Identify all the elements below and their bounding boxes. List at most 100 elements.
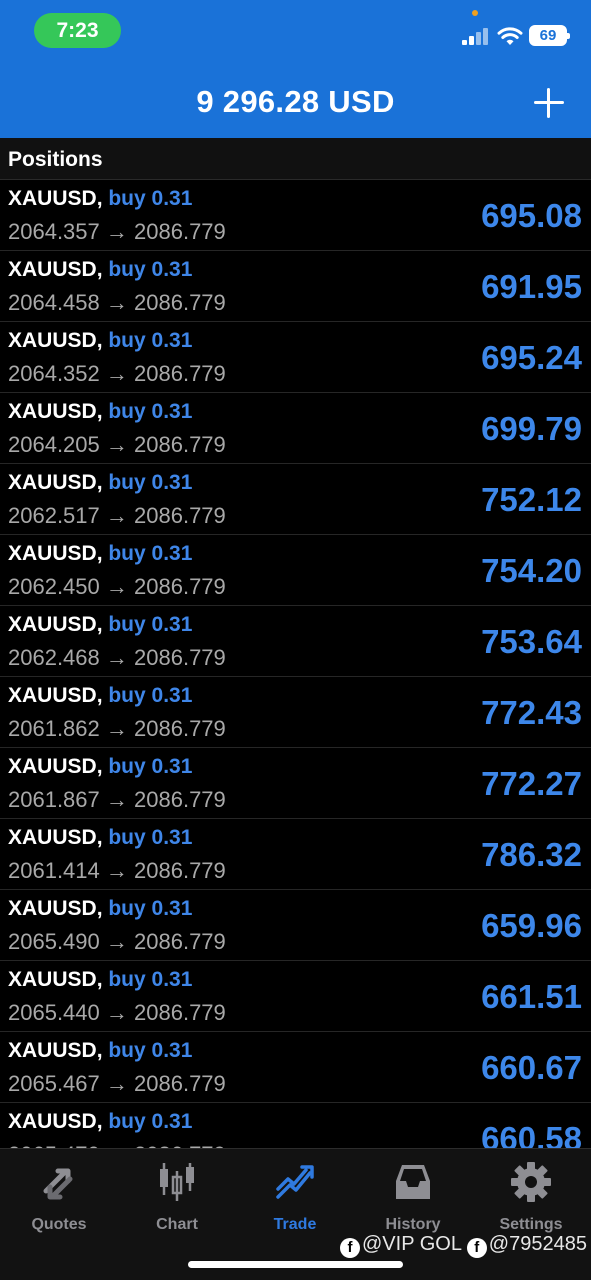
- account-balance: 9 296.28 USD: [196, 84, 395, 119]
- open-price: 2065.490: [8, 929, 100, 954]
- position-symbol: XAUUSD: [8, 1110, 97, 1133]
- arrow-right-icon: →: [105, 787, 128, 812]
- position-side: buy 0.31: [108, 471, 193, 494]
- open-price: 2064.357: [8, 219, 100, 244]
- position-row[interactable]: XAUUSD, buy 0.31 2064.458 → 2086.779 691.9…: [0, 251, 591, 322]
- position-title: XAUUSD, buy 0.31: [8, 613, 192, 637]
- tab-trade[interactable]: Trade: [236, 1159, 354, 1235]
- plus-icon[interactable]: [530, 84, 568, 122]
- position-symbol: XAUUSD: [8, 258, 97, 281]
- separator: ,: [96, 826, 109, 849]
- position-title: XAUUSD, buy 0.31: [8, 1039, 192, 1063]
- app-header: 7:23 69 9 296.28 USD: [0, 0, 591, 138]
- position-side: buy 0.31: [108, 1110, 193, 1133]
- open-price: 2061.867: [8, 787, 100, 812]
- position-row[interactable]: XAUUSD, buy 0.31 2062.468 → 2086.779 753.6…: [0, 606, 591, 677]
- tab-label: Quotes: [31, 1216, 87, 1233]
- open-price: 2064.205: [8, 432, 100, 457]
- position-profit: 772.43: [481, 694, 582, 731]
- position-row[interactable]: XAUUSD, buy 0.31 2065.490 → 2086.779 659.9…: [0, 890, 591, 961]
- tab-label: History: [385, 1216, 441, 1233]
- position-prices: 2062.450 → 2086.779: [8, 574, 226, 600]
- position-prices: 2062.468 → 2086.779: [8, 645, 226, 671]
- position-symbol: XAUUSD: [8, 187, 97, 210]
- facebook-icon: f: [466, 1238, 487, 1258]
- position-side: buy 0.31: [108, 542, 193, 565]
- arrow-right-icon: →: [105, 716, 128, 741]
- position-symbol: XAUUSD: [8, 968, 97, 991]
- separator: ,: [96, 400, 109, 423]
- position-row[interactable]: XAUUSD, buy 0.312065.470 → 2086.779660.5…: [0, 1103, 591, 1148]
- current-price: 2086.779: [134, 361, 226, 386]
- position-profit: 754.20: [481, 552, 582, 589]
- position-side: buy 0.31: [108, 329, 193, 352]
- position-row[interactable]: XAUUSD, buy 0.31 2065.467 → 2086.779 660.6…: [0, 1032, 591, 1103]
- position-row[interactable]: XAUUSD, buy 0.31 2065.440 → 2086.779 661.5…: [0, 961, 591, 1032]
- position-profit: 695.24: [481, 339, 582, 376]
- separator: ,: [96, 755, 109, 778]
- positions-list[interactable]: XAUUSD, buy 0.31 2064.357 → 2086.779 695.0…: [0, 180, 591, 1148]
- history-tray-icon: [396, 1165, 430, 1199]
- position-side: buy 0.31: [108, 684, 193, 707]
- position-symbol: XAUUSD: [8, 755, 97, 778]
- current-price: 2086.779: [134, 219, 226, 244]
- position-row[interactable]: XAUUSD, buy 0.31 2061.867 → 2086.779 772.2…: [0, 748, 591, 819]
- position-row[interactable]: XAUUSD, buy 0.31 2061.862 → 2086.779 772.4…: [0, 677, 591, 748]
- position-row[interactable]: XAUUSD, buy 0.31 2062.517 → 2086.779 752.1…: [0, 464, 591, 535]
- position-side: buy 0.31: [108, 400, 193, 423]
- position-prices: 2064.357 → 2086.779: [8, 219, 226, 245]
- quotes-arrows-icon: [43, 1168, 73, 1200]
- position-title: XAUUSD, buy 0.31: [8, 542, 192, 566]
- tab-settings[interactable]: Settings: [472, 1159, 590, 1235]
- position-title: XAUUSD, buy 0.31: [8, 258, 192, 282]
- position-profit: 691.95: [481, 268, 582, 305]
- status-bar: 7:23 69: [0, 0, 591, 64]
- separator: ,: [96, 258, 109, 281]
- arrow-right-icon: →: [105, 290, 128, 315]
- tab-quotes[interactable]: Quotes: [0, 1159, 118, 1235]
- position-row[interactable]: XAUUSD, buy 0.31 2062.450 → 2086.779 754.2…: [0, 535, 591, 606]
- position-title: XAUUSD, buy 0.31: [8, 329, 192, 353]
- position-prices: 2065.490 → 2086.779: [8, 929, 226, 955]
- open-price: 2064.352: [8, 361, 100, 386]
- position-row[interactable]: XAUUSD, buy 0.31 2061.414 → 2086.779 786.3…: [0, 819, 591, 890]
- current-price: 2086.779: [134, 290, 226, 315]
- arrow-right-icon: →: [105, 1071, 128, 1096]
- position-row[interactable]: XAUUSD, buy 0.31 2064.205 → 2086.779 699.7…: [0, 393, 591, 464]
- battery-icon: 69: [529, 25, 570, 46]
- position-symbol: XAUUSD: [8, 471, 97, 494]
- position-row[interactable]: XAUUSD, buy 0.31 2064.352 → 2086.779 695.2…: [0, 322, 591, 393]
- position-prices: 2064.205 → 2086.779: [8, 432, 226, 458]
- position-row[interactable]: XAUUSD, buy 0.31 2064.357 → 2086.779 695.0…: [0, 180, 591, 251]
- tab-chart[interactable]: Chart: [118, 1159, 236, 1235]
- position-title: XAUUSD, buy 0.31: [8, 1110, 192, 1134]
- section-title: Positions: [8, 148, 103, 171]
- current-price: 2086.779: [134, 574, 226, 599]
- position-profit: 660.58: [481, 1120, 582, 1148]
- home-indicator: [188, 1261, 403, 1268]
- position-symbol: XAUUSD: [8, 400, 97, 423]
- tab-history[interactable]: History: [354, 1159, 472, 1235]
- position-title: XAUUSD, buy 0.31: [8, 400, 192, 424]
- position-profit: 753.64: [481, 623, 582, 660]
- position-title: XAUUSD, buy 0.31: [8, 968, 192, 992]
- position-side: buy 0.31: [108, 613, 193, 636]
- position-profit: 752.12: [481, 481, 582, 518]
- open-price: 2065.467: [8, 1071, 100, 1096]
- position-profit: 699.79: [481, 410, 582, 447]
- separator: ,: [96, 329, 109, 352]
- candlestick-chart-icon: [160, 1163, 194, 1201]
- current-price: 2086.779: [134, 1000, 226, 1025]
- tab-label: Trade: [273, 1216, 317, 1233]
- position-side: buy 0.31: [108, 826, 193, 849]
- separator: ,: [96, 1039, 109, 1062]
- position-prices: 2064.458 → 2086.779: [8, 290, 226, 316]
- arrow-right-icon: →: [105, 858, 128, 883]
- open-price: 2062.468: [8, 645, 100, 670]
- tab-label: Settings: [499, 1216, 563, 1233]
- open-price: 2061.414: [8, 858, 100, 883]
- position-side: buy 0.31: [108, 1039, 193, 1062]
- current-price: 2086.779: [134, 716, 226, 741]
- arrow-right-icon: →: [105, 929, 128, 954]
- cellular-signal-icon: [462, 28, 492, 45]
